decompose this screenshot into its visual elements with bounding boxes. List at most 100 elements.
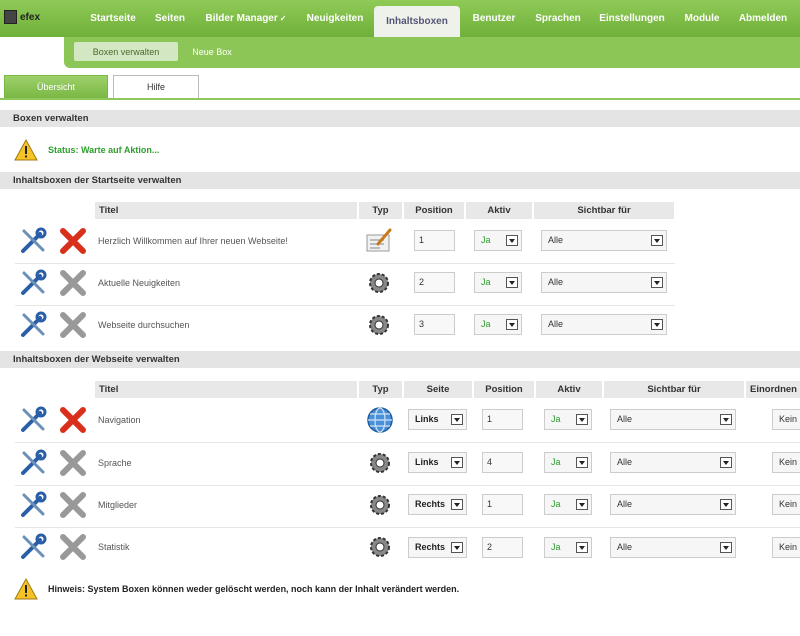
chevron-down-icon xyxy=(720,457,732,468)
position-input[interactable]: 2 xyxy=(414,272,455,293)
sichtbar-select[interactable]: Alle xyxy=(610,409,736,430)
sub-navigation: Boxen verwalten Neue Box xyxy=(64,37,800,68)
seite-select-value: Links xyxy=(415,457,439,467)
einordnen-select[interactable]: Kein xyxy=(772,494,800,515)
tab-uebersicht[interactable]: Übersicht xyxy=(4,75,108,98)
aktiv-select[interactable]: Ja xyxy=(474,230,522,251)
nav-item-bilder-manager-label: Bilder Manager xyxy=(205,13,278,24)
edit-tools-icon[interactable] xyxy=(18,448,48,478)
header-titel: Titel xyxy=(95,202,357,219)
sichtbar-select[interactable]: Alle xyxy=(610,452,736,473)
logo-text: efex xyxy=(20,11,41,23)
delete-icon[interactable] xyxy=(58,226,88,256)
aktiv-select[interactable]: Ja xyxy=(544,537,592,558)
chevron-down-icon xyxy=(576,542,588,553)
position-input[interactable]: 2 xyxy=(482,537,523,558)
nav-item-abmelden[interactable]: Abmelden xyxy=(730,0,796,37)
row-divider xyxy=(15,305,675,306)
chevron-down-icon xyxy=(576,457,588,468)
logo-icon xyxy=(4,10,17,24)
check-icon: ✓ xyxy=(279,14,287,23)
nav-item-inhaltsboxen[interactable]: Inhaltsboxen xyxy=(374,6,460,37)
delete-icon[interactable] xyxy=(58,405,88,435)
delete-disabled-icon xyxy=(60,492,86,518)
box-title: Mitglieder xyxy=(98,500,138,510)
aktiv-select[interactable]: Ja xyxy=(544,409,592,430)
edit-tools-icon[interactable] xyxy=(18,532,48,562)
aktiv-select[interactable]: Ja xyxy=(474,272,522,293)
edit-tools-icon[interactable] xyxy=(18,490,48,520)
system-gear-icon xyxy=(370,453,390,473)
header-titel: Titel xyxy=(95,381,357,398)
header-seite: Seite xyxy=(404,381,472,398)
position-input[interactable]: 1 xyxy=(482,409,523,430)
nav-item-seiten[interactable]: Seiten xyxy=(146,0,194,37)
top-navigation: efex Startseite Seiten Bilder Manager ✓ N… xyxy=(0,0,800,37)
sichtbar-select[interactable]: Alle xyxy=(541,314,667,335)
einordnen-select[interactable]: Kein xyxy=(772,452,800,473)
seite-select[interactable]: Rechts xyxy=(408,494,467,515)
header-sichtbar-fuer: Sichtbar für xyxy=(534,202,674,219)
status-text: Status: Warte auf Aktion... xyxy=(48,145,160,155)
box-title: Herzlich Willkommen auf Ihrer neuen Webs… xyxy=(98,236,288,246)
aktiv-select-value: Ja xyxy=(551,457,561,467)
header-typ: Typ xyxy=(359,381,402,398)
seite-select[interactable]: Links xyxy=(408,409,467,430)
delete-disabled-icon xyxy=(60,270,86,296)
sichtbar-select[interactable]: Alle xyxy=(610,494,736,515)
position-input[interactable]: 1 xyxy=(414,230,455,251)
logo: efex xyxy=(4,10,40,24)
nav-item-startseite[interactable]: Startseite xyxy=(82,0,144,37)
position-input[interactable]: 4 xyxy=(482,452,523,473)
nav-item-einstellungen[interactable]: Einstellungen xyxy=(590,0,674,37)
chevron-down-icon xyxy=(451,457,463,468)
seite-select[interactable]: Links xyxy=(408,452,467,473)
aktiv-select[interactable]: Ja xyxy=(474,314,522,335)
position-input[interactable]: 1 xyxy=(482,494,523,515)
system-gear-icon xyxy=(369,273,389,293)
aktiv-select[interactable]: Ja xyxy=(544,494,592,515)
header-aktiv: Aktiv xyxy=(466,202,532,219)
edit-tools-icon[interactable] xyxy=(18,268,48,298)
subnav-neue-box[interactable]: Neue Box xyxy=(182,42,242,61)
nav-item-neuigkeiten[interactable]: Neuigkeiten xyxy=(298,0,372,37)
chevron-down-icon xyxy=(720,499,732,510)
sichtbar-select[interactable]: Alle xyxy=(610,537,736,558)
delete-disabled-icon xyxy=(60,450,86,476)
section-startseite-title: Inhaltsboxen der Startseite verwalten xyxy=(0,172,800,189)
header-einordnen: Einordnen xyxy=(746,381,800,398)
warning-icon xyxy=(14,139,38,161)
position-input[interactable]: 3 xyxy=(414,314,455,335)
edit-tools-icon[interactable] xyxy=(18,405,48,435)
seite-select[interactable]: Rechts xyxy=(408,537,467,558)
seite-select-value: Rechts xyxy=(415,542,446,552)
sichtbar-select[interactable]: Alle xyxy=(541,272,667,293)
nav-item-benutzer[interactable]: Benutzer xyxy=(462,0,526,37)
header-aktiv: Aktiv xyxy=(536,381,602,398)
subnav-boxen-verwalten[interactable]: Boxen verwalten xyxy=(74,42,178,61)
nav-item-sprachen[interactable]: Sprachen xyxy=(528,0,588,37)
sichtbar-select[interactable]: Alle xyxy=(541,230,667,251)
delete-disabled-icon xyxy=(60,534,86,560)
box-title: Webseite durchsuchen xyxy=(98,320,190,330)
row-divider xyxy=(15,263,675,264)
einordnen-select[interactable]: Kein xyxy=(772,409,800,430)
aktiv-select[interactable]: Ja xyxy=(544,452,592,473)
nav-item-module[interactable]: Module xyxy=(676,0,728,37)
edit-tools-icon[interactable] xyxy=(18,226,48,256)
text-box-icon xyxy=(366,228,392,252)
aktiv-select-value: Ja xyxy=(481,277,491,287)
aktiv-select-value: Ja xyxy=(481,319,491,329)
chevron-down-icon xyxy=(576,499,588,510)
header-typ: Typ xyxy=(359,202,402,219)
chevron-down-icon xyxy=(506,319,518,330)
edit-tools-icon[interactable] xyxy=(18,310,48,340)
system-gear-icon xyxy=(369,315,389,335)
chevron-down-icon xyxy=(651,319,663,330)
sichtbar-select-value: Alle xyxy=(548,277,564,287)
einordnen-select[interactable]: Kein xyxy=(772,537,800,558)
nav-item-bilder-manager[interactable]: Bilder Manager ✓ xyxy=(196,0,296,37)
system-gear-icon xyxy=(370,537,390,557)
chevron-down-icon xyxy=(576,414,588,425)
tab-hilfe[interactable]: Hilfe xyxy=(113,75,199,98)
